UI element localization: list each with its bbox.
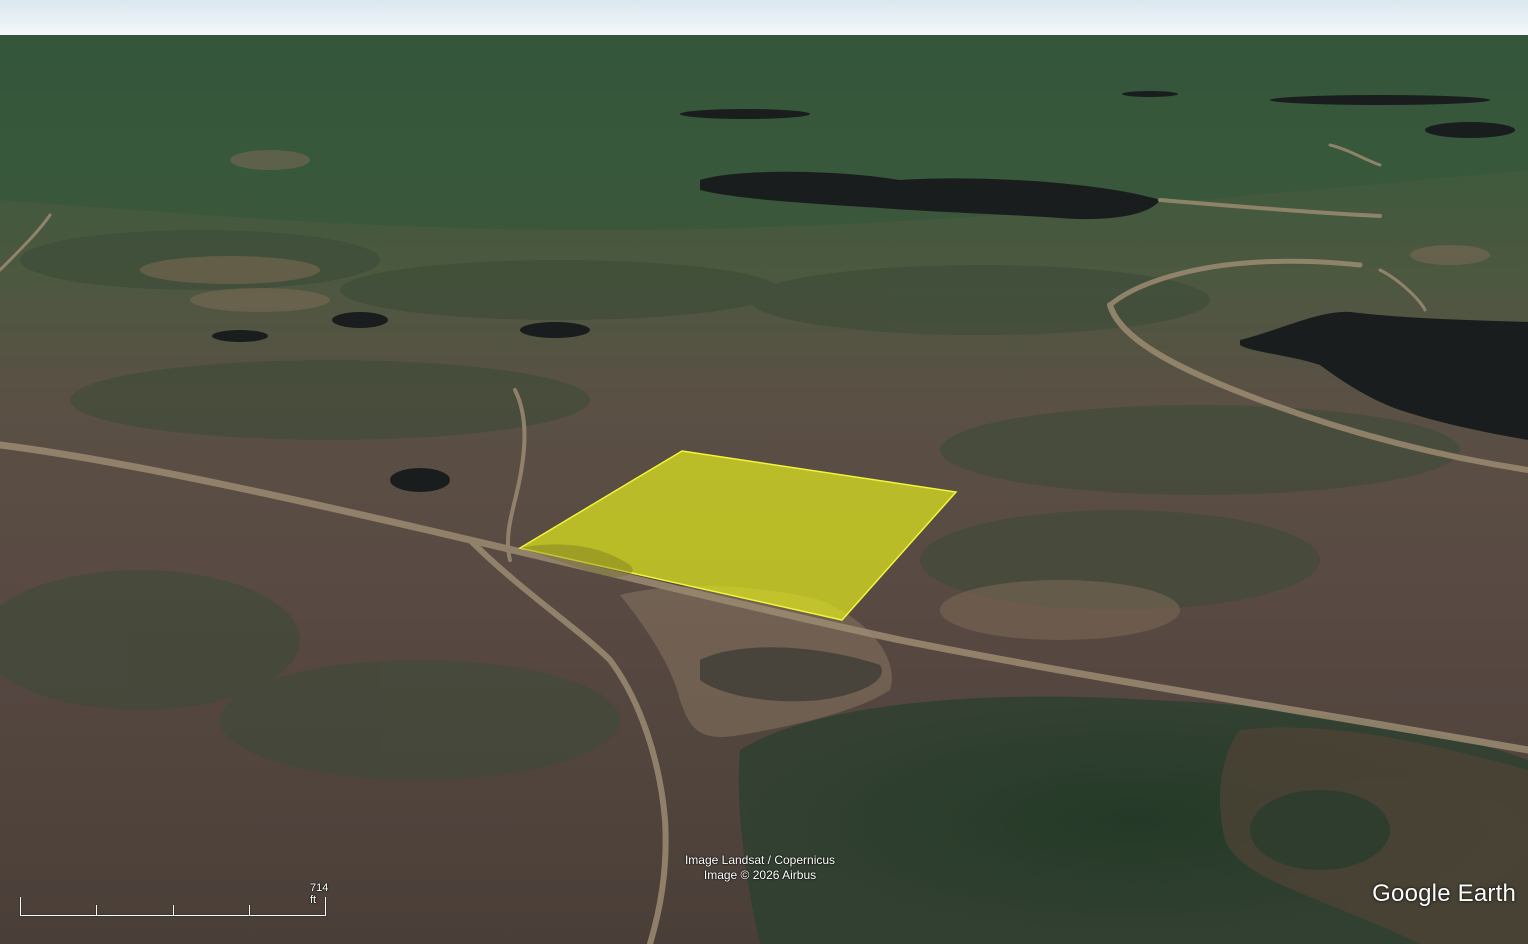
- forest-island: [1250, 790, 1390, 870]
- attribution-line-2: Image © 2026 Airbus: [703, 868, 817, 882]
- scale-tick: [173, 905, 174, 916]
- imagery-attribution: Image Landsat / Copernicus Image © 2026 …: [640, 853, 880, 883]
- sky: [0, 0, 1528, 38]
- scale-tick: [249, 905, 250, 916]
- google-earth-logo: Google Earth: [1372, 880, 1516, 907]
- scale-bar: 714 ft: [18, 880, 328, 920]
- map-viewport[interactable]: [0, 0, 1528, 944]
- attribution-line-1: Image Landsat / Copernicus: [684, 853, 836, 867]
- scale-tick: [325, 897, 326, 916]
- scale-tick: [96, 905, 97, 916]
- scale-tick: [20, 897, 21, 916]
